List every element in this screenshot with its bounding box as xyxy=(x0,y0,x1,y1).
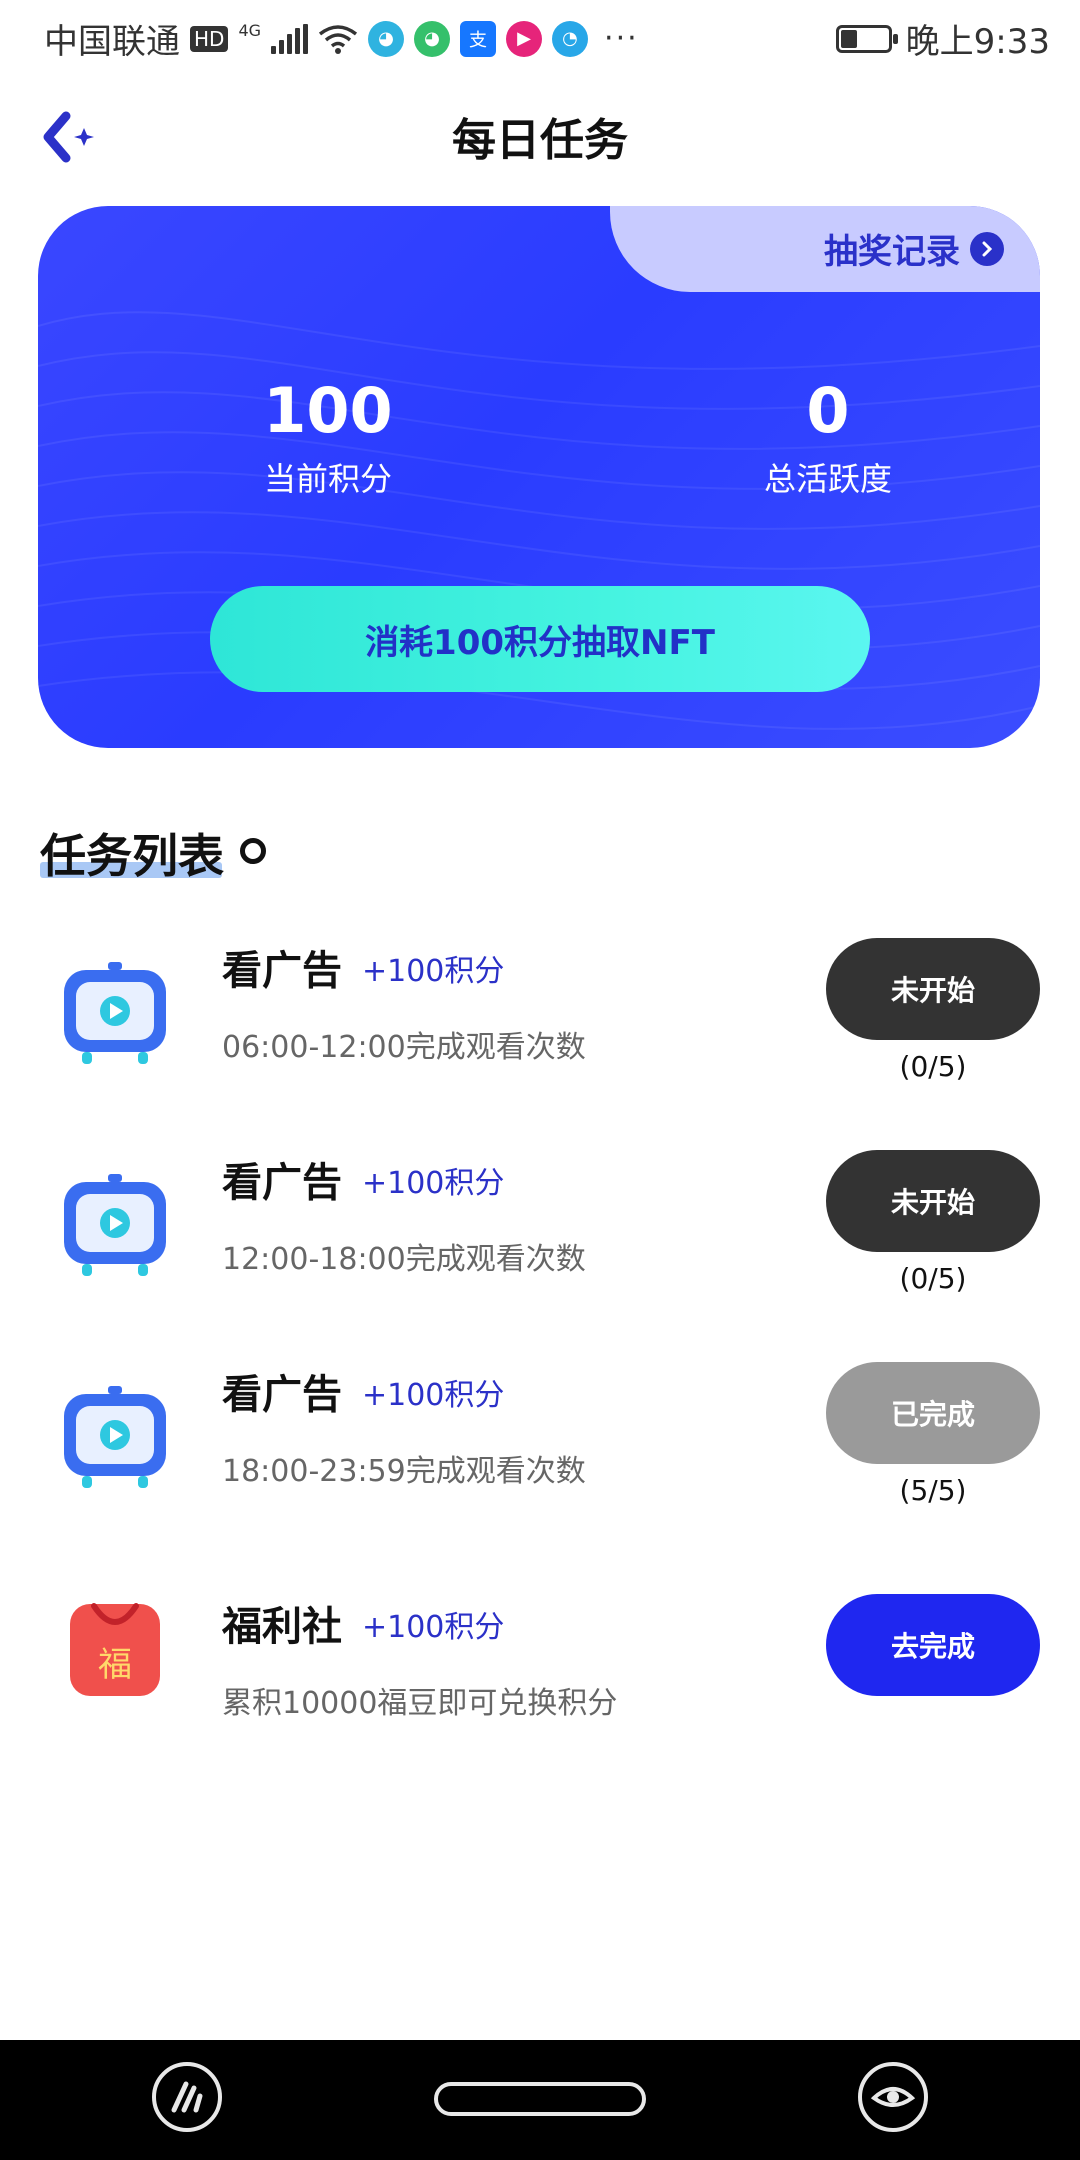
alipay-icon: 支 xyxy=(460,20,497,57)
task-reward: +100积分 xyxy=(362,1378,505,1413)
activity-stat: 0 总活跃度 xyxy=(678,376,978,500)
more-notifications-icon: ··· xyxy=(604,21,639,56)
task-status-button[interactable]: 未开始 xyxy=(826,1150,1040,1252)
tv-play-icon xyxy=(64,1174,166,1276)
points-stat: 100 当前积分 xyxy=(178,376,478,500)
tv-play-icon xyxy=(64,1386,166,1488)
task-name: 福利社 xyxy=(222,1604,342,1650)
clock: 晚上9:33 xyxy=(905,22,1050,62)
chevron-right-icon xyxy=(970,231,1004,266)
header: 每日任务 xyxy=(0,96,1080,176)
tv-play-icon xyxy=(64,962,166,1064)
task-item: 看广告 +100积分 06:00-12:00完成观看次数 未开始 (0/5) xyxy=(0,938,1080,1118)
task-name: 看广告 xyxy=(222,948,342,994)
ring-icon xyxy=(240,838,266,864)
assistant-nav-icon[interactable] xyxy=(152,2062,222,2132)
battery-icon xyxy=(835,24,898,53)
network-type: 4G xyxy=(238,21,262,40)
points-value: 100 xyxy=(263,374,393,447)
task-item: 看广告 +100积分 18:00-23:59完成观看次数 已完成 (5/5) xyxy=(0,1362,1080,1542)
points-label: 当前积分 xyxy=(263,460,392,498)
record-tab: 抽奖记录 xyxy=(610,206,1040,292)
task-item: 看广告 +100积分 12:00-18:00完成观看次数 未开始 (0/5) xyxy=(0,1150,1080,1330)
hd-badge: HD xyxy=(190,25,229,52)
activity-label: 总活跃度 xyxy=(763,460,892,498)
system-nav-bar xyxy=(0,2040,1080,2160)
task-progress: (0/5) xyxy=(899,1050,967,1083)
cloud-app-icon: ◕ xyxy=(368,20,405,57)
status-bar: 中国联通 HD 4G ◕ ◕ 支 ▶ ◔ ··· 晚上9:33 xyxy=(0,0,1080,76)
draw-record-link[interactable]: 抽奖记录 xyxy=(824,224,1004,273)
task-progress: (0/5) xyxy=(899,1262,967,1295)
youku-icon: ▶ xyxy=(506,20,543,57)
task-status-button[interactable]: 未开始 xyxy=(826,938,1040,1040)
task-name: 看广告 xyxy=(222,1372,342,1418)
status-right: 晚上9:33 xyxy=(835,14,1050,63)
task-list-heading: 任务列表 xyxy=(40,820,266,886)
fu-glyph: 福 xyxy=(98,1645,132,1685)
task-description: 06:00-12:00完成观看次数 xyxy=(222,1030,586,1065)
carrier-name: 中国联通 xyxy=(44,22,180,62)
home-nav-pill[interactable] xyxy=(434,2082,646,2116)
task-description: 12:00-18:00完成观看次数 xyxy=(222,1242,586,1277)
cloud-app-icon: ◕ xyxy=(414,20,451,57)
task-reward: +100积分 xyxy=(362,1166,505,1201)
status-left: 中国联通 HD 4G ◕ ◕ 支 ▶ ◔ ··· xyxy=(44,14,639,63)
fu-bag-icon: 福 xyxy=(70,1603,160,1696)
task-item: 福 福利社 +100积分 累积10000福豆即可兑换积分 去完成 xyxy=(0,1594,1080,1774)
page-title: 每日任务 xyxy=(452,115,628,166)
task-list-title: 任务列表 xyxy=(40,829,224,883)
task-reward: +100积分 xyxy=(362,954,505,989)
task-description: 18:00-23:59完成观看次数 xyxy=(222,1454,586,1489)
task-progress: (5/5) xyxy=(899,1474,967,1507)
draw-record-label: 抽奖记录 xyxy=(824,232,960,272)
wifi-icon xyxy=(318,24,358,54)
activity-value: 0 xyxy=(806,374,850,447)
battery-level xyxy=(840,29,857,48)
draw-nft-button[interactable]: 消耗100积分抽取NFT xyxy=(210,586,870,692)
draw-nft-label: 消耗100积分抽取NFT xyxy=(365,622,715,663)
signal-icon xyxy=(271,23,309,54)
score-card: 抽奖记录 100 当前积分 0 总活跃度 消耗100积分抽取NFT xyxy=(38,206,1040,748)
task-status-button[interactable]: 已完成 xyxy=(826,1362,1040,1464)
task-go-button[interactable]: 去完成 xyxy=(826,1594,1040,1696)
task-description: 累积10000福豆即可兑换积分 xyxy=(222,1686,618,1721)
task-name: 看广告 xyxy=(222,1160,342,1206)
browser-icon: ◔ xyxy=(552,20,589,57)
task-reward: +100积分 xyxy=(362,1610,505,1645)
eye-nav-icon[interactable] xyxy=(858,2062,928,2132)
